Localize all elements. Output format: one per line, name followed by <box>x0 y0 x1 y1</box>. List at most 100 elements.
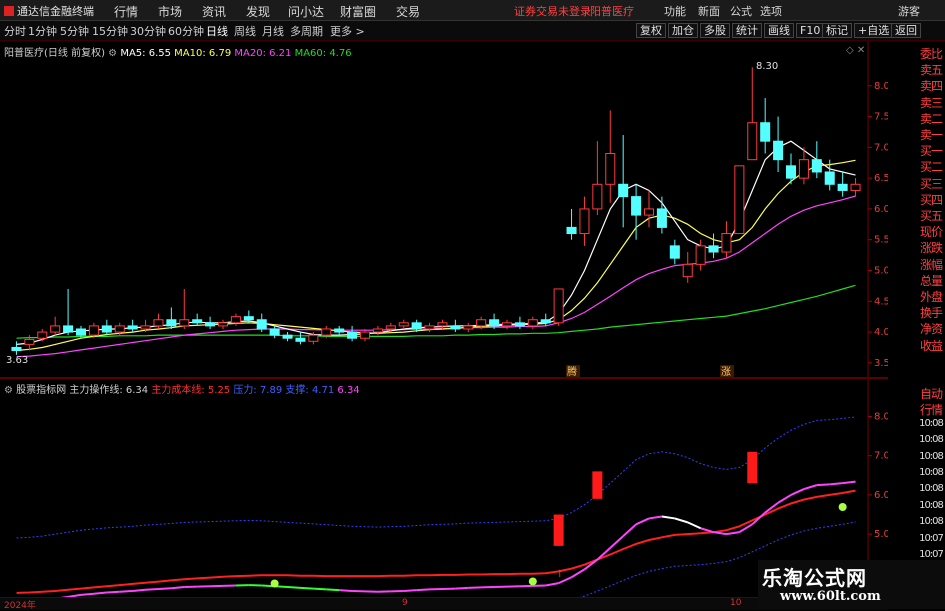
candle-body <box>593 184 602 209</box>
candle-body <box>12 347 21 350</box>
sub-legend-title: 股票指标网 <box>16 385 66 396</box>
operation-line-segment <box>133 590 146 591</box>
watermark-url: www.60lt.com <box>780 589 881 604</box>
menu-item-hangqing[interactable]: 行情 <box>114 3 138 20</box>
period-more[interactable]: 更多 > <box>330 23 365 39</box>
gear-icon[interactable]: ⚙ <box>108 48 117 59</box>
quote-label: 卖三 <box>917 94 945 111</box>
quote-label: 卖二 <box>917 110 945 127</box>
indicator-chart[interactable]: ↑ 8.007.006.005.00 <box>0 379 888 597</box>
period-daily[interactable]: 日线 <box>206 23 228 39</box>
main-legend-title: 阳普医疗(日线 前复权) <box>4 48 105 59</box>
candle-body <box>567 227 576 233</box>
main-ytick-label: 6.00 <box>874 204 888 215</box>
main-ytick-label: 8.00 <box>874 81 888 92</box>
ma20-label: MA20: 6.21 <box>234 48 291 59</box>
tick-label: 10:08 <box>917 434 945 445</box>
quote-label: 外盘 <box>917 288 945 305</box>
candle-body <box>141 326 150 329</box>
main-ytick-label: 5.50 <box>874 235 888 246</box>
expand-icon[interactable]: ◇ ✕ <box>846 45 865 56</box>
period-30min[interactable]: 30分钟 <box>130 23 166 39</box>
candle-body <box>722 234 731 252</box>
main-ytick-label: 3.50 <box>874 358 888 369</box>
menu-item-gongneng[interactable]: 功能 <box>664 3 686 19</box>
candle-body <box>360 332 369 338</box>
tick-label: 10:07 <box>917 533 945 544</box>
candle-body <box>644 209 653 215</box>
guest-label[interactable]: 游客 <box>898 3 920 19</box>
candle-body <box>102 326 111 332</box>
candle-body <box>632 197 641 215</box>
btn-jiacang[interactable]: 加仓 <box>668 23 698 38</box>
period-60min[interactable]: 60分钟 <box>168 23 204 39</box>
tick-label: 10:08 <box>917 483 945 494</box>
quote-label: 卖一 <box>917 126 945 143</box>
candle-body <box>606 154 615 185</box>
menu-item-jiaoyi[interactable]: 交易 <box>396 3 420 20</box>
sub-ytick-label: 8.00 <box>874 412 888 423</box>
operation-line-segment <box>288 587 301 588</box>
operation-line-segment <box>817 484 830 485</box>
menu-item-xuanxiang[interactable]: 选项 <box>760 3 782 19</box>
candle-body <box>825 172 834 184</box>
candle-body <box>257 320 266 329</box>
ma60-label: MA60: 4.76 <box>295 48 352 59</box>
btn-fuquan[interactable]: 复权 <box>636 23 666 38</box>
sub-ytick-label: 6.00 <box>874 490 888 501</box>
menu-item-shichang[interactable]: 市场 <box>158 3 182 20</box>
candle-body <box>154 320 163 326</box>
btn-duogu[interactable]: 多股 <box>700 23 730 38</box>
candle-body <box>541 320 550 323</box>
menu-item-gongshi[interactable]: 公式 <box>730 3 752 19</box>
period-weekly[interactable]: 周线 <box>234 23 256 39</box>
up-arrow-icon: ↑ <box>556 569 564 580</box>
candle-body <box>425 326 434 329</box>
candle-body <box>309 335 318 341</box>
btn-zixuan[interactable]: +自选 <box>854 23 893 38</box>
candle-body <box>89 326 98 335</box>
candle-body <box>38 332 47 338</box>
login-status[interactable]: 证券交易未登录 <box>514 3 591 19</box>
btn-biaoji[interactable]: 标记 <box>822 23 852 38</box>
gear-icon-sub[interactable]: ⚙ <box>4 385 13 396</box>
candle-body <box>270 329 279 335</box>
tick-label: 自动 <box>917 385 945 402</box>
candle-body <box>180 320 189 326</box>
main-ytick-label: 7.00 <box>874 142 888 153</box>
menu-item-xinmian[interactable]: 新面 <box>698 3 720 19</box>
period-1min[interactable]: 1分钟 <box>28 23 57 39</box>
period-15min[interactable]: 15分钟 <box>92 23 128 39</box>
quote-label: 卖四 <box>917 77 945 94</box>
candle-body <box>683 264 692 276</box>
main-kline-chart[interactable]: 8.007.507.006.506.005.505.004.504.003.50… <box>0 41 888 377</box>
operation-line-segment <box>81 594 94 595</box>
main-ytick-label: 6.50 <box>874 173 888 184</box>
quote-label: 涨幅 <box>917 256 945 273</box>
quote-panel: 委比卖五卖四卖三卖二卖一买一买二买三买四买五现价涨跌涨幅总量外盘换手净资收益 <box>917 41 945 401</box>
menu-item-faxian[interactable]: 发现 <box>246 3 270 20</box>
btn-tongji[interactable]: 统计 <box>732 23 762 38</box>
period-5min[interactable]: 5分钟 <box>60 23 89 39</box>
btn-f10[interactable]: F10 <box>796 23 824 38</box>
operation-line-segment <box>158 588 171 589</box>
main-legend: 阳普医疗(日线 前复权) ⚙ MA5: 6.55 MA10: 6.79 MA20… <box>4 44 352 59</box>
candle-body <box>386 326 395 329</box>
tick-label: 10:08 <box>917 500 945 511</box>
btn-huaxian[interactable]: 画线 <box>764 23 794 38</box>
menu-item-wenxiaoda[interactable]: 问小达 <box>288 3 324 20</box>
tick-label: 10:08 <box>917 467 945 478</box>
candle-body <box>619 184 628 196</box>
menu-item-zixun[interactable]: 资讯 <box>202 3 226 20</box>
period-multi[interactable]: 多周期 <box>290 23 323 39</box>
pressure-label: 压力: 7.89 <box>233 385 282 396</box>
quote-label: 收益 <box>917 337 945 354</box>
quote-label: 卖五 <box>917 61 945 78</box>
menu-item-caifuquan[interactable]: 财富圈 <box>340 3 376 20</box>
operation-line-segment <box>120 591 133 592</box>
period-fenshi[interactable]: 分时 <box>4 23 26 39</box>
watermark-title: 乐淘公式网 <box>762 562 867 591</box>
period-monthly[interactable]: 月线 <box>262 23 284 39</box>
main-ytick-label: 4.00 <box>874 327 888 338</box>
btn-fanhui[interactable]: 返回 <box>891 23 921 38</box>
